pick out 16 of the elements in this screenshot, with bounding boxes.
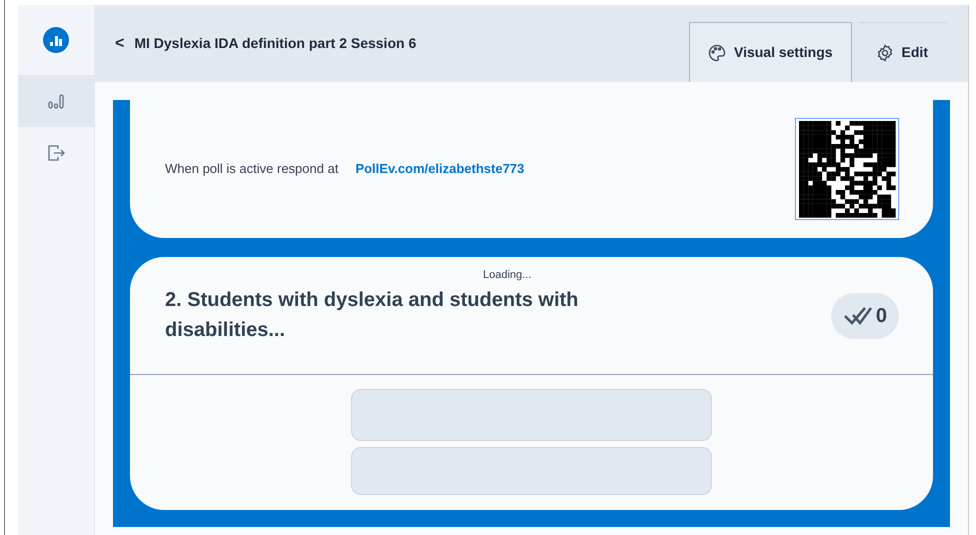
logo-icon <box>43 27 69 53</box>
poll-link[interactable]: PollEv.com/elizabethste773 <box>355 159 524 179</box>
respond-instruction: When poll is active respond at <box>165 160 338 178</box>
double-check-icon <box>842 305 873 327</box>
qr-code-icon <box>795 118 899 220</box>
sidebar-item[interactable] <box>18 75 94 127</box>
bar-chart-icon <box>48 93 64 109</box>
exit-icon <box>47 144 65 162</box>
palette-icon <box>708 44 726 62</box>
session-title: MI Dyslexia IDA definition part 2 Session 6 <box>134 34 416 53</box>
header-button[interactable]: Visual settings <box>688 22 852 82</box>
response-count: 0 <box>830 293 899 339</box>
loading-text: Loading... <box>483 268 532 283</box>
question-title: 2. Students with dyslexia and students with disabilities... <box>165 288 580 343</box>
settings-icon <box>876 44 894 62</box>
back-button[interactable]: < <box>115 32 124 56</box>
